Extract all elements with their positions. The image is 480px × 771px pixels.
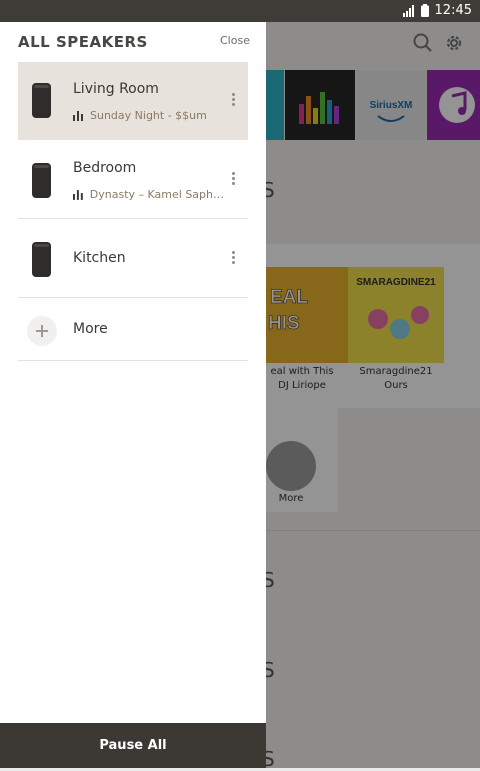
speaker-name: Living Room <box>73 81 159 97</box>
more-options-icon[interactable] <box>230 249 236 269</box>
now-playing: Sunday Night - $$um <box>73 109 228 122</box>
drawer-title: ALL SPEAKERS <box>18 33 148 51</box>
speaker-icon <box>32 163 51 198</box>
more-options-icon[interactable] <box>230 170 236 190</box>
close-button[interactable]: Close <box>220 34 250 47</box>
speaker-icon <box>32 83 51 118</box>
status-time: 12:45 <box>434 3 472 18</box>
speakers-drawer: ALL SPEAKERS Close Living Room Sunday Ni… <box>0 22 266 768</box>
equalizer-icon <box>73 110 83 121</box>
signal-icon <box>402 4 415 17</box>
more-options-icon[interactable] <box>230 91 236 111</box>
plus-icon <box>27 316 57 346</box>
now-playing: Dynasty – Kamel Sapha… <box>73 188 228 201</box>
row-divider <box>18 360 248 361</box>
speaker-row-living-room[interactable]: Living Room Sunday Night - $$um <box>18 62 248 140</box>
row-divider <box>18 297 248 298</box>
speaker-row-kitchen[interactable]: Kitchen <box>18 220 248 298</box>
speaker-name: Bedroom <box>73 160 137 176</box>
status-bar: 12:45 <box>0 0 480 22</box>
pause-all-button[interactable]: Pause All <box>0 723 266 768</box>
more-speakers-row[interactable]: More <box>18 300 248 361</box>
row-divider <box>18 218 248 219</box>
speaker-icon <box>32 242 51 277</box>
now-playing-text: Dynasty – Kamel Sapha… <box>89 188 228 201</box>
now-playing-text: Sunday Night - $$um <box>90 109 207 122</box>
more-label: More <box>73 321 108 337</box>
speaker-row-bedroom[interactable]: Bedroom Dynasty – Kamel Sapha… <box>18 141 248 219</box>
battery-icon <box>420 4 429 17</box>
speaker-name: Kitchen <box>73 250 126 266</box>
equalizer-icon <box>73 189 83 200</box>
